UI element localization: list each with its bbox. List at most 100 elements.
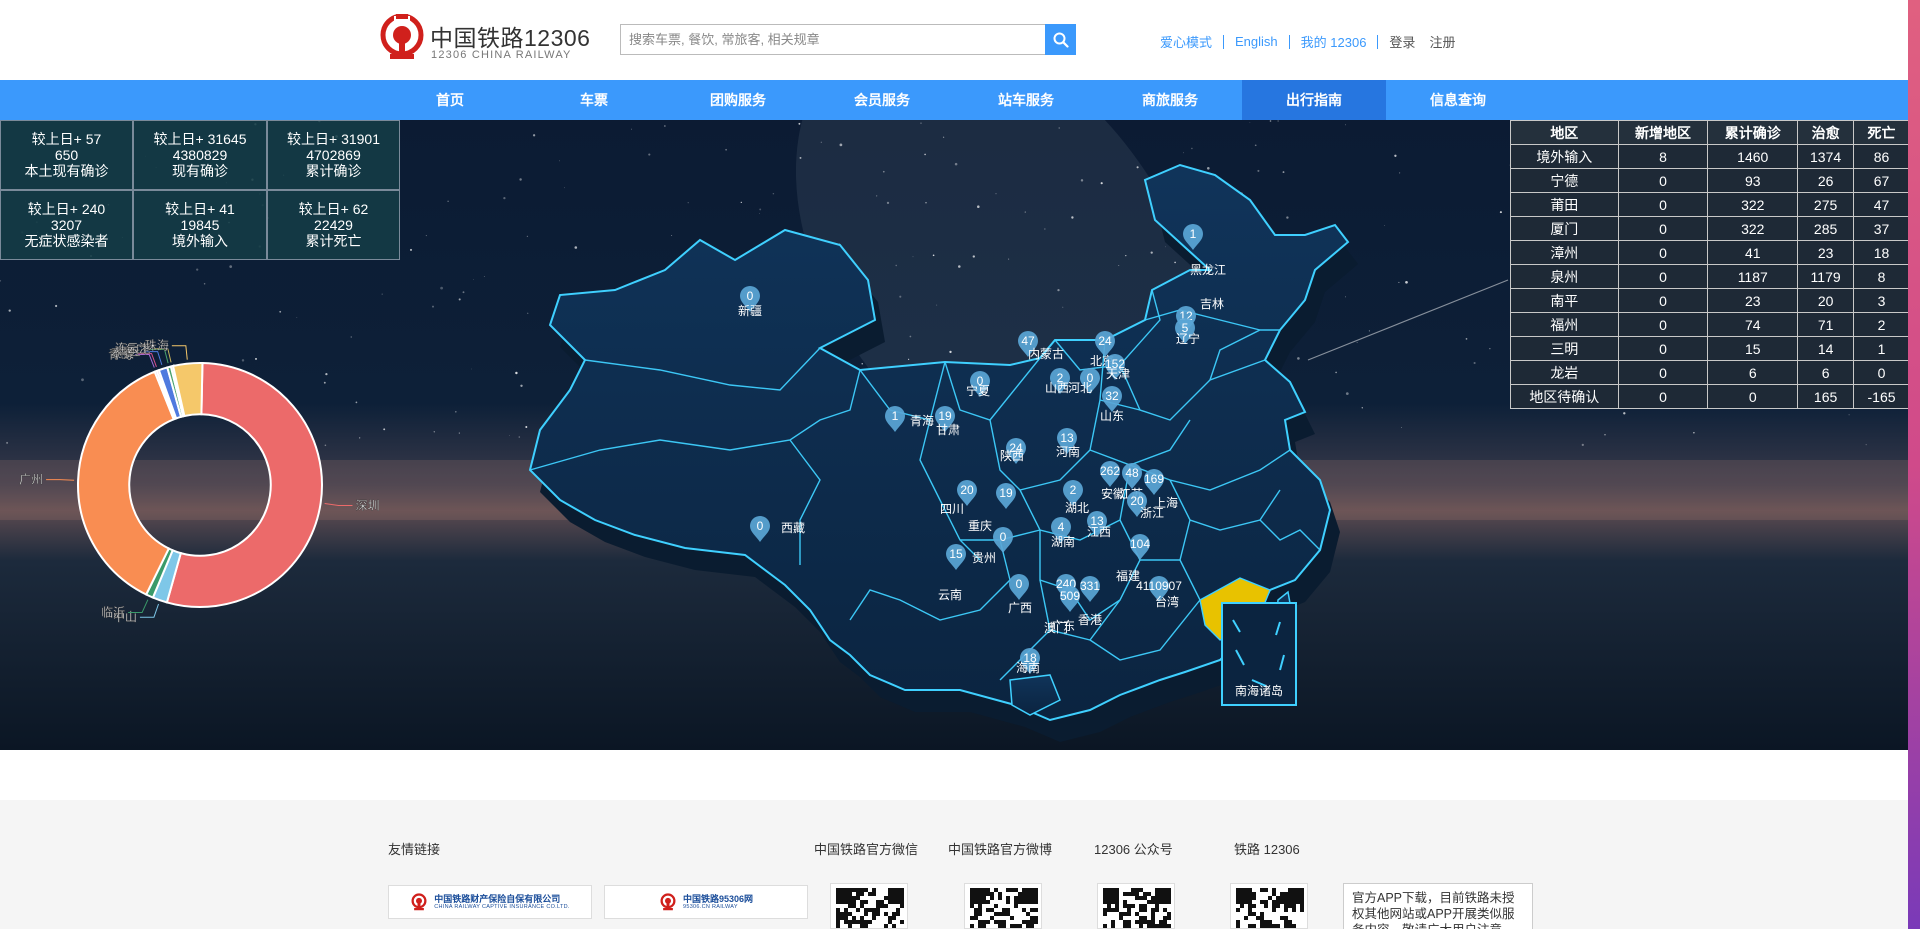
qr-module bbox=[1151, 896, 1155, 900]
page-scrollbar[interactable] bbox=[1908, 0, 1920, 929]
stat-local-current: 较上日+ 57 650 本土现有确诊 bbox=[0, 120, 133, 190]
qr-module bbox=[1014, 896, 1018, 900]
table-cell: 0 bbox=[1617, 384, 1709, 409]
qr-module bbox=[1252, 912, 1256, 916]
qr-module bbox=[1030, 900, 1034, 904]
qr-module bbox=[1252, 896, 1256, 900]
qr-module bbox=[1026, 892, 1030, 896]
qr-module bbox=[844, 920, 848, 924]
qr-module bbox=[1139, 916, 1143, 920]
nav-station-service[interactable]: 站车服务 bbox=[954, 80, 1098, 120]
qr-code-wechat[interactable] bbox=[830, 883, 908, 929]
nav-info-query[interactable]: 信息查询 bbox=[1386, 80, 1530, 120]
table-row: 厦门 0 322 285 37 bbox=[1510, 216, 1910, 241]
search-input[interactable] bbox=[621, 25, 1045, 54]
care-mode-link[interactable]: 爱心模式 bbox=[1160, 32, 1212, 51]
nav-home[interactable]: 首页 bbox=[378, 80, 522, 120]
qr-module bbox=[1288, 892, 1292, 896]
map-pin-count: 169 bbox=[1144, 472, 1164, 486]
nav-travel-guide[interactable]: 出行指南 bbox=[1242, 80, 1386, 120]
qr-module bbox=[1288, 900, 1292, 904]
map-pin-count: 0 bbox=[1016, 577, 1023, 591]
qr-module bbox=[978, 912, 982, 916]
qr-module bbox=[1135, 896, 1139, 900]
qr-module bbox=[1240, 888, 1244, 892]
qr-module bbox=[1006, 888, 1010, 892]
qr-module bbox=[1030, 916, 1034, 920]
qr-module bbox=[892, 892, 896, 896]
qr-module bbox=[876, 912, 880, 916]
register-link[interactable]: 注册 bbox=[1429, 32, 1455, 51]
table-row: 福州 0 74 71 2 bbox=[1510, 312, 1910, 337]
qr-module bbox=[1002, 908, 1006, 912]
nav-business-travel[interactable]: 商旅服务 bbox=[1098, 80, 1242, 120]
search-box bbox=[620, 24, 1076, 55]
english-link[interactable]: English bbox=[1235, 34, 1278, 49]
qr-module bbox=[990, 908, 994, 912]
nav-tickets[interactable]: 车票 bbox=[522, 80, 666, 120]
table-cell: 厦门 bbox=[1510, 216, 1619, 241]
map-province-label: 台湾 bbox=[1155, 594, 1179, 609]
donut-slice-广州[interactable] bbox=[77, 370, 176, 596]
qr-module bbox=[1002, 920, 1006, 924]
qr-module bbox=[1103, 912, 1107, 916]
map-pin-count: 47 bbox=[1021, 334, 1035, 348]
qr-module bbox=[856, 896, 860, 900]
qr-module bbox=[1147, 900, 1151, 904]
qr-module bbox=[1030, 892, 1034, 896]
qr-code-weibo[interactable] bbox=[964, 883, 1042, 929]
partner-link-insurance[interactable]: 中国铁路财产保险自保有限公司 CHINA RAILWAY CAPTIVE INS… bbox=[388, 885, 592, 919]
qr-code-app[interactable] bbox=[1230, 883, 1308, 929]
table-cell: 0 bbox=[1617, 264, 1709, 289]
qr-code-official-account[interactable] bbox=[1097, 883, 1175, 929]
search-button[interactable] bbox=[1045, 24, 1076, 55]
partner-link-95306[interactable]: 中国铁路95306网 95306.CN RAILWAY bbox=[604, 885, 808, 919]
qr-module bbox=[1131, 892, 1135, 896]
map-pin-count: 509 bbox=[1060, 589, 1080, 603]
login-link[interactable]: 登录 bbox=[1389, 32, 1415, 51]
qr-module bbox=[1296, 888, 1300, 892]
logo-subtitle: 12306 CHINA RAILWAY bbox=[431, 49, 572, 61]
qr-module bbox=[1163, 900, 1167, 904]
qr-module bbox=[1119, 912, 1123, 916]
table-cell: 71 bbox=[1797, 312, 1855, 337]
qr-module bbox=[982, 896, 986, 900]
qr-module bbox=[990, 892, 994, 896]
qr-module bbox=[848, 912, 852, 916]
qr-module bbox=[1010, 888, 1014, 892]
nav-group-service[interactable]: 团购服务 bbox=[666, 80, 810, 120]
qr-module bbox=[1296, 896, 1300, 900]
logo[interactable]: 中国铁路12306 12306 CHINA RAILWAY bbox=[380, 14, 600, 66]
qr-module bbox=[1155, 892, 1159, 896]
qr-module bbox=[1248, 912, 1252, 916]
qr-module bbox=[1159, 900, 1163, 904]
qr-module bbox=[1143, 916, 1147, 920]
map-province-label: 浙江 bbox=[1140, 506, 1164, 520]
table-cell: 0 bbox=[1617, 336, 1709, 361]
donut-label: 深圳 bbox=[355, 499, 379, 513]
qr-code-icon bbox=[970, 888, 1038, 928]
qr-module bbox=[1252, 904, 1256, 908]
table-cell: 322 bbox=[1707, 192, 1799, 217]
partner2-title: 中国铁路95306网 bbox=[682, 893, 754, 904]
qr-module bbox=[1010, 924, 1014, 928]
qr-module bbox=[884, 904, 888, 908]
table-cell: 0 bbox=[1707, 384, 1799, 409]
qr-module bbox=[852, 900, 856, 904]
qr-module bbox=[1107, 908, 1111, 912]
qr-module bbox=[1260, 900, 1264, 904]
stat-total-deaths: 较上日+ 62 22429 累计死亡 bbox=[267, 190, 400, 260]
table-cell: 322 bbox=[1707, 216, 1799, 241]
map-pin-count: 32 bbox=[1105, 389, 1119, 403]
table-cell: 0 bbox=[1617, 216, 1709, 241]
nav-member-service[interactable]: 会员服务 bbox=[810, 80, 954, 120]
my-12306-link[interactable]: 我的 12306 bbox=[1301, 32, 1367, 51]
qr-module bbox=[888, 900, 892, 904]
friend-links-label: 友情链接 bbox=[388, 842, 441, 857]
qr-module bbox=[986, 888, 990, 892]
qr-module bbox=[1159, 920, 1163, 924]
qr-module bbox=[994, 888, 998, 892]
qr-module bbox=[970, 896, 974, 900]
qr-module bbox=[896, 892, 900, 896]
table-row: 地区待确认 0 0 165 -165 bbox=[1510, 384, 1910, 409]
